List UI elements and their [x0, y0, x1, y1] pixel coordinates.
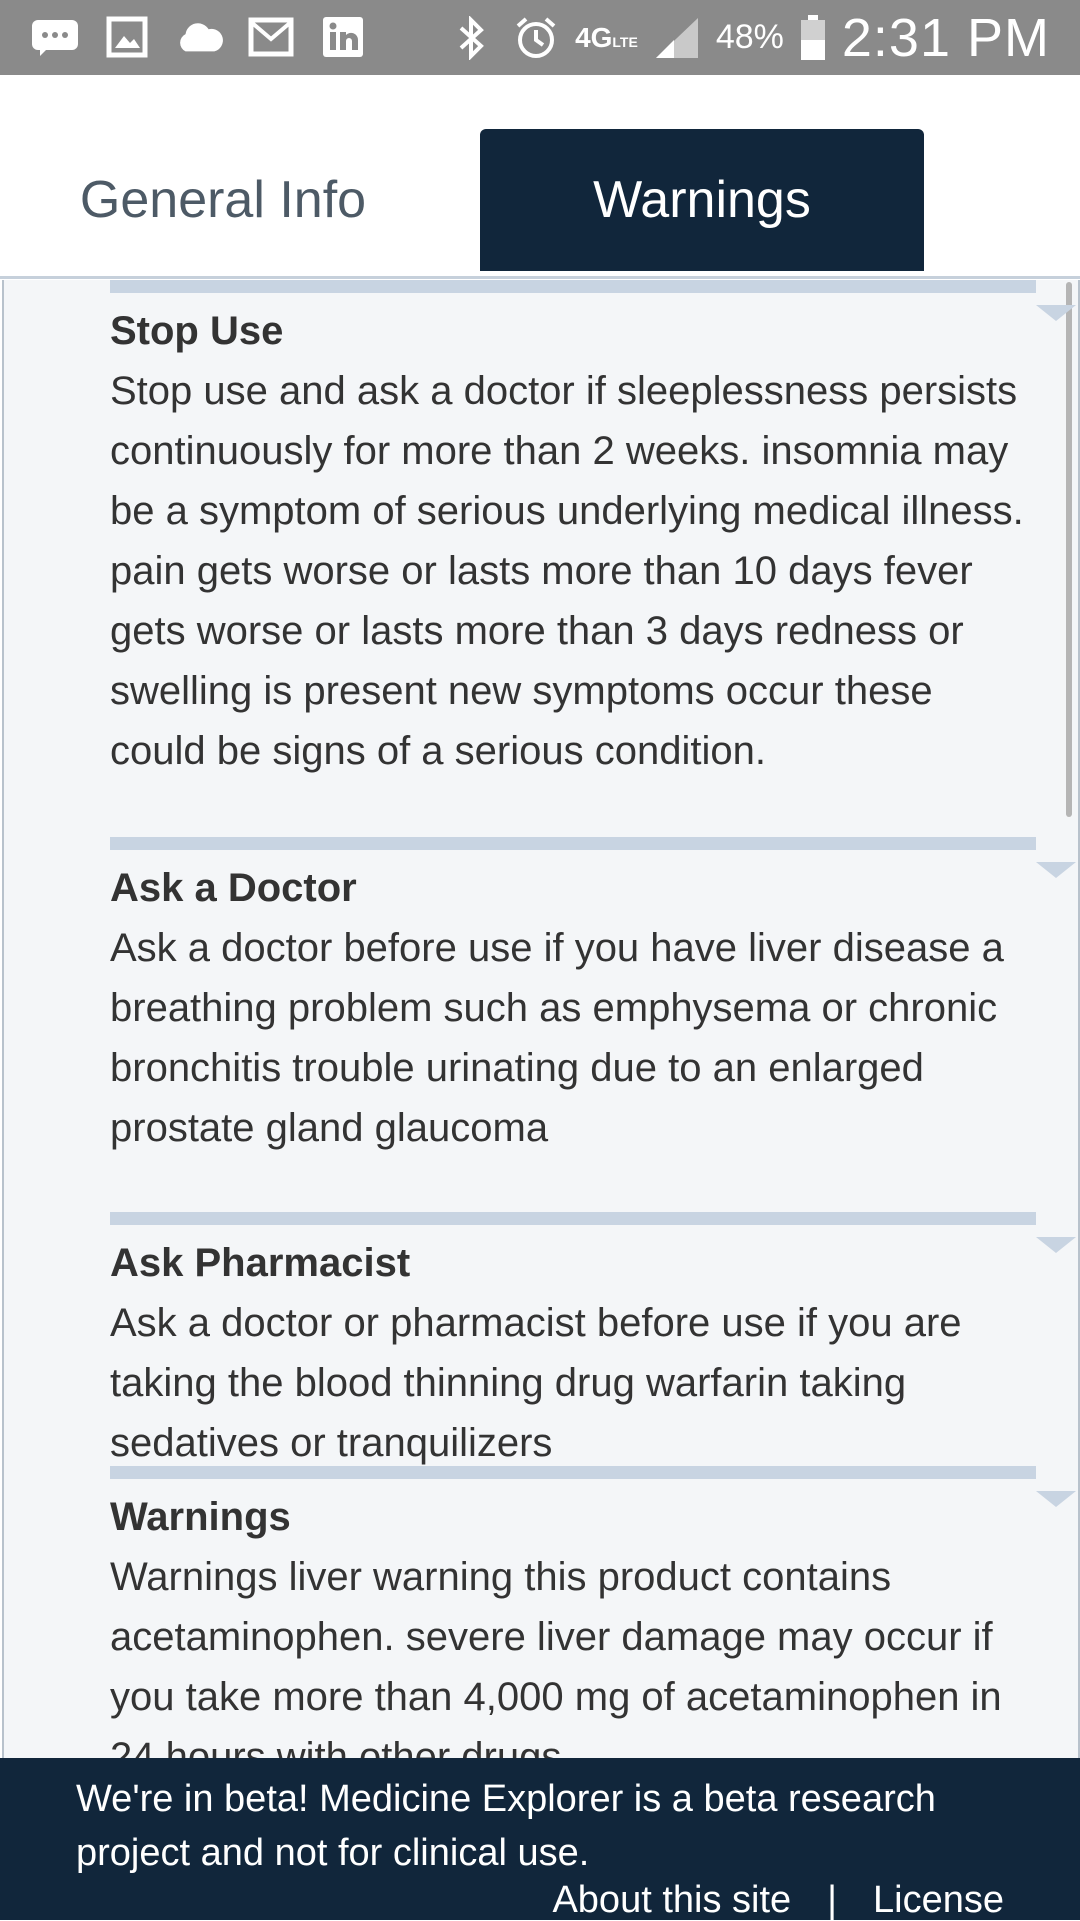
section-divider	[110, 837, 1036, 850]
section-title: Warnings	[110, 1495, 291, 1539]
tab-warnings[interactable]: Warnings	[480, 129, 924, 271]
section-divider	[110, 280, 1036, 293]
signal-icon	[652, 15, 702, 61]
cloud-icon	[174, 14, 224, 60]
chevron-down-icon[interactable]	[1036, 1237, 1076, 1253]
section-title: Stop Use	[110, 309, 284, 353]
chevron-down-icon[interactable]	[1036, 862, 1076, 878]
beta-banner: We're in beta! Medicine Explorer is a be…	[0, 1758, 1080, 1920]
gallery-icon	[102, 14, 152, 60]
link-separator: |	[827, 1879, 838, 1921]
alarm-icon	[511, 15, 561, 61]
license-link[interactable]: License	[873, 1880, 1004, 1920]
footer-links: About this site | License	[552, 1880, 1004, 1920]
section-ask-pharmacist: Ask Pharmacist Ask a doctor or pharmacis…	[110, 1212, 1076, 1473]
section-divider	[110, 1212, 1036, 1225]
clock: 2:31 PM	[841, 7, 1050, 68]
bluetooth-icon	[447, 15, 497, 61]
section-body: Stop use and ask a doctor if sleeplessne…	[110, 369, 1024, 773]
battery-percent: 48%	[715, 18, 784, 56]
battery-icon	[798, 14, 828, 61]
status-bar: 4GLTE 48% 2:31 PM	[0, 0, 1080, 75]
beta-notice: We're in beta! Medicine Explorer is a be…	[76, 1778, 936, 1874]
email-icon	[246, 14, 296, 60]
section-warnings: Warnings Warnings liver warning this pro…	[110, 1466, 1076, 1758]
section-divider	[110, 1466, 1036, 1479]
scrollbar[interactable]	[1066, 282, 1072, 817]
section-title: Ask Pharmacist	[110, 1241, 411, 1285]
section-title: Ask a Doctor	[110, 866, 357, 910]
tab-general-info[interactable]: General Info	[38, 130, 408, 270]
network-type: 4GLTE	[575, 21, 638, 53]
section-body: Warnings liver warning this product cont…	[110, 1555, 1002, 1758]
notification-icons	[30, 14, 368, 60]
section-ask-a-doctor: Ask a Doctor Ask a doctor before use if …	[110, 837, 1076, 1158]
chevron-down-icon[interactable]	[1036, 305, 1076, 321]
about-link[interactable]: About this site	[552, 1880, 791, 1920]
system-indicators: 4GLTE 48% 2:31 PM	[447, 0, 1050, 75]
section-body: Ask a doctor or pharmacist before use if…	[110, 1301, 962, 1465]
tab-divider	[0, 276, 1080, 279]
tab-bar: General Info Warnings	[0, 75, 1080, 279]
linkedin-icon	[318, 14, 368, 60]
chevron-down-icon[interactable]	[1036, 1491, 1076, 1507]
messages-icon	[30, 14, 80, 60]
warnings-panel[interactable]: Stop Use Stop use and ask a doctor if sl…	[2, 280, 1080, 1758]
section-stop-use: Stop Use Stop use and ask a doctor if sl…	[110, 280, 1076, 781]
section-body: Ask a doctor before use if you have live…	[110, 926, 1004, 1150]
